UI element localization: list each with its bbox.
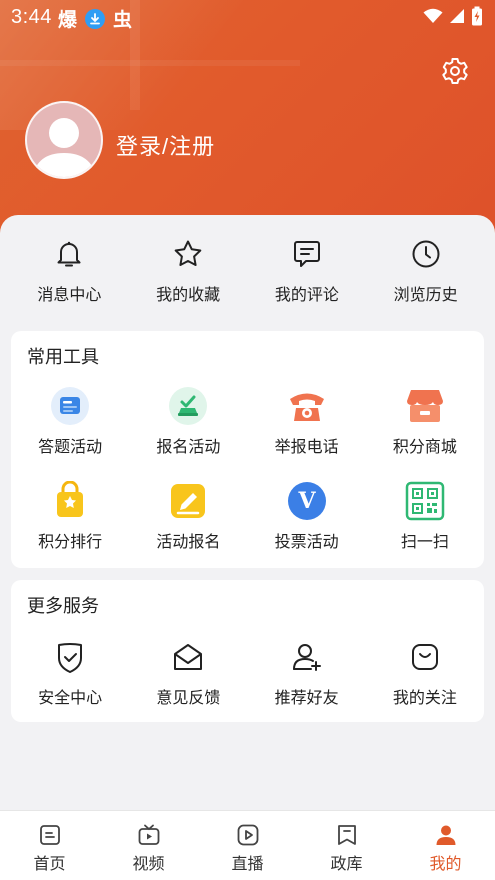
tool-event-registration[interactable]: 活动报名: [129, 481, 247, 552]
quick-action-history[interactable]: 浏览历史: [366, 230, 485, 320]
signal-icon: [450, 9, 464, 23]
status-time: 3:44: [11, 6, 52, 28]
comment-icon: [293, 241, 320, 267]
tab-video[interactable]: 视频: [99, 811, 198, 880]
tool-scan[interactable]: 扫一扫: [366, 481, 484, 552]
vote-v-icon: V: [287, 482, 326, 520]
settings-button[interactable]: [440, 56, 470, 86]
add-friend-icon: [292, 644, 321, 671]
tool-report-phone[interactable]: 举报电话: [248, 386, 366, 457]
section-title: 常用工具: [27, 347, 99, 367]
service-recommend-friend[interactable]: 推荐好友: [248, 637, 366, 708]
clock-icon: [412, 240, 440, 268]
battery-icon: [472, 6, 482, 26]
pencil-icon: [171, 484, 206, 518]
services-row: 安全中心 意见反馈 推荐好友 我的关注: [11, 637, 484, 708]
quiz-card-icon: [51, 387, 90, 425]
app-notification-glyph: 虫: [113, 9, 133, 31]
quick-action-favorites[interactable]: 我的收藏: [129, 230, 248, 320]
common-tools-card: 常用工具 答题活动 报名活动 举报电话 积分商城 积分排行 活动报名 V 投票活…: [11, 331, 484, 568]
tab-home[interactable]: 首页: [0, 811, 99, 880]
avatar[interactable]: [25, 101, 103, 179]
play-icon: [237, 824, 258, 846]
telephone-icon: [289, 393, 324, 421]
quick-action-messages[interactable]: 消息中心: [10, 230, 129, 320]
quick-action-comments[interactable]: 我的评论: [248, 230, 367, 320]
shield-icon: [58, 643, 83, 673]
ranking-bag-icon: [57, 481, 84, 517]
signup-icon: [169, 387, 208, 425]
tv-icon: [138, 824, 159, 845]
quick-actions: 消息中心 我的收藏 我的评论 浏览历史: [0, 230, 495, 320]
download-icon: [85, 8, 106, 29]
more-services-card: 更多服务 安全中心 意见反馈 推荐好友 我的关注: [11, 580, 484, 722]
tool-voting-activity[interactable]: V 投票活动: [248, 481, 366, 552]
person-icon: [436, 825, 455, 845]
tab-policy-library[interactable]: 政库: [297, 811, 396, 880]
login-register-link[interactable]: 登录/注册: [116, 129, 215, 161]
bottom-tab-bar: 首页 视频 直播 政库 我的: [0, 810, 495, 880]
bookmark-icon: [337, 825, 356, 845]
bell-icon: [57, 241, 81, 267]
follow-bag-icon: [411, 644, 438, 670]
app-notification-glyph: 爆: [58, 9, 78, 31]
service-my-follows[interactable]: 我的关注: [366, 637, 484, 708]
tool-points-mall[interactable]: 积分商城: [366, 386, 484, 457]
wifi-icon: [423, 8, 443, 23]
qr-code-icon: [405, 481, 445, 521]
gear-icon: [442, 58, 468, 84]
status-bar: 3:44 爆 虫: [0, 0, 495, 36]
tool-signup-activity[interactable]: 报名活动: [129, 386, 247, 457]
shop-icon: [406, 390, 443, 422]
svg-text:V: V: [297, 488, 316, 514]
star-icon: [174, 240, 202, 266]
tools-row: 答题活动 报名活动 举报电话 积分商城: [11, 386, 484, 457]
tab-live[interactable]: 直播: [198, 811, 297, 880]
section-title: 更多服务: [27, 596, 99, 616]
envelope-icon: [174, 644, 203, 670]
tool-points-ranking[interactable]: 积分排行: [11, 481, 129, 552]
tab-mine[interactable]: 我的: [396, 811, 495, 880]
tools-row: 积分排行 活动报名 V 投票活动 扫一扫: [11, 481, 484, 552]
home-doc-icon: [39, 825, 60, 845]
service-feedback[interactable]: 意见反馈: [129, 637, 247, 708]
service-security-center[interactable]: 安全中心: [11, 637, 129, 708]
tool-quiz-activity[interactable]: 答题活动: [11, 386, 129, 457]
